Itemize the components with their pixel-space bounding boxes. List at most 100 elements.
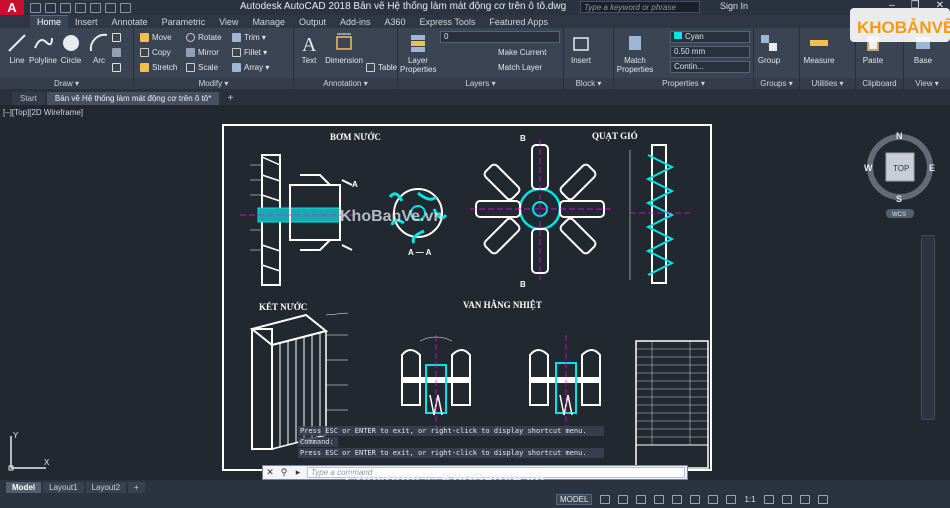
tab-current-drawing[interactable]: Bản vẽ Hệ thống làm mát động cơ trên ô t…	[46, 92, 220, 105]
arc-button[interactable]: Arc	[84, 30, 114, 74]
modify-group-label[interactable]: Modify ▾	[134, 78, 293, 89]
new-icon[interactable]	[30, 2, 41, 13]
osnap-icon[interactable]	[672, 495, 683, 504]
array-button[interactable]: Array ▾	[232, 61, 269, 74]
scale-button[interactable]: Scale	[186, 61, 218, 74]
linetype-dropdown[interactable]: Contin...	[670, 61, 750, 73]
tab-view[interactable]: View	[212, 16, 245, 28]
dimension-button[interactable]: Dimension	[324, 30, 364, 74]
tab-a360[interactable]: A360	[378, 16, 413, 28]
compass-north[interactable]: N	[896, 131, 903, 141]
rotate-button[interactable]: Rotate	[186, 31, 222, 44]
workspace-gear-icon[interactable]	[763, 495, 774, 504]
array-label: Array ▾	[244, 63, 270, 72]
fan-side-view	[629, 144, 690, 284]
tab-start[interactable]: Start	[12, 92, 45, 105]
isolate-icon[interactable]	[781, 495, 792, 504]
region-tool[interactable]	[112, 61, 121, 74]
layers-group-label[interactable]: Layers ▾	[398, 78, 563, 89]
new-tab-button[interactable]: +	[224, 93, 236, 105]
command-history-line: Command:	[298, 437, 338, 447]
polyline-button[interactable]: Polyline	[26, 30, 60, 74]
polar-icon[interactable]	[654, 495, 665, 504]
view-group-label[interactable]: View ▾	[904, 78, 950, 89]
move-button[interactable]: Move	[140, 31, 172, 44]
mirror-button[interactable]: Mirror	[186, 46, 219, 59]
tab-insert[interactable]: Insert	[68, 16, 105, 28]
text-button[interactable]: A Text	[294, 30, 324, 74]
block-group-label[interactable]: Block ▾	[564, 78, 613, 89]
layer-properties-button[interactable]: Layer Properties	[400, 30, 436, 74]
sign-in-link[interactable]: Sign In	[720, 1, 748, 11]
viewcube[interactable]: TOP N S W E WCS	[862, 127, 942, 227]
recent-commands-icon[interactable]: ▸	[291, 467, 305, 478]
snap-icon[interactable]	[618, 495, 629, 504]
annotation-scale[interactable]: 1:1	[744, 495, 755, 504]
tab-featured-apps[interactable]: Featured Apps	[482, 16, 555, 28]
compass-west[interactable]: W	[864, 163, 873, 173]
match-properties-button[interactable]: Match Properties	[616, 30, 654, 74]
app-menu-button[interactable]: A	[0, 0, 24, 15]
tab-output[interactable]: Output	[292, 16, 333, 28]
customize-icon[interactable]: ⚲	[277, 467, 291, 478]
add-layout-button[interactable]: +	[128, 482, 145, 493]
trim-button[interactable]: Trim ▾	[232, 31, 266, 44]
group-button[interactable]: Group	[754, 30, 784, 74]
properties-group-label[interactable]: Properties ▾	[614, 78, 753, 89]
fillet-button[interactable]: Fillet ▾	[232, 46, 267, 59]
tab-annotate[interactable]: Annotate	[105, 16, 155, 28]
tab-model[interactable]: Model	[6, 482, 42, 493]
lineweight-dropdown[interactable]: 0.50 mm	[670, 46, 750, 58]
tab-home[interactable]: Home	[30, 15, 69, 28]
tab-add-ins[interactable]: Add-ins	[333, 16, 378, 28]
layer-dropdown[interactable]: 0	[440, 31, 560, 43]
tab-layout1[interactable]: Layout1	[43, 482, 84, 493]
annotation-group-label[interactable]: Annotation ▾	[294, 78, 397, 89]
insert-button[interactable]: Insert	[566, 30, 596, 74]
tab-manage[interactable]: Manage	[245, 16, 292, 28]
grid-icon[interactable]	[600, 495, 611, 504]
open-icon[interactable]	[45, 2, 56, 13]
title-bom-nuoc: BƠM NƯỚC	[330, 132, 381, 142]
match-layer-button[interactable]: Match Layer	[498, 61, 542, 74]
modify-group: Move Rotate Trim ▾ Copy Mirror Fillet ▾ …	[134, 28, 294, 89]
copy-button[interactable]: Copy	[140, 46, 171, 59]
rectangle-tool[interactable]	[112, 31, 121, 44]
utilities-group-label[interactable]: Utilities ▾	[800, 78, 855, 89]
draw-group-label[interactable]: Draw ▾	[0, 78, 133, 89]
clipboard-group-label[interactable]: Clipboard	[856, 78, 903, 89]
compass-east[interactable]: E	[929, 163, 935, 173]
compass-south[interactable]: S	[896, 194, 902, 204]
tab-layout2[interactable]: Layout2	[85, 482, 127, 493]
lineweight-icon[interactable]	[708, 495, 719, 504]
model-space-toggle[interactable]: MODEL	[556, 494, 593, 505]
close-icon[interactable]: ✕	[263, 467, 277, 478]
save-as-icon[interactable]	[75, 2, 86, 13]
drawing-viewport[interactable]: [–][Top][2D Wireframe] BƠM NƯỚC QUẠT GIÓ…	[0, 105, 950, 480]
print-icon[interactable]	[90, 2, 101, 13]
watermark-copyright: Copyright © KhoBanVe.vn	[345, 471, 545, 480]
hatch-tool[interactable]	[112, 46, 121, 59]
measure-button[interactable]: Measure	[802, 30, 836, 74]
customize-menu-icon[interactable]	[817, 495, 828, 504]
annotation-visibility-icon[interactable]	[726, 495, 737, 504]
ortho-icon[interactable]	[636, 495, 647, 504]
table-button[interactable]: Table	[366, 61, 397, 74]
viewcube-top-face[interactable]: TOP	[893, 164, 909, 173]
groups-group-label[interactable]: Groups ▾	[754, 78, 799, 89]
tab-parametric[interactable]: Parametric	[155, 16, 213, 28]
navigation-bar[interactable]	[921, 235, 935, 420]
undo-icon[interactable]	[105, 2, 116, 13]
wcs-menu[interactable]: WCS	[892, 212, 906, 218]
redo-icon[interactable]	[120, 2, 131, 13]
otrack-icon[interactable]	[690, 495, 701, 504]
tab-express-tools[interactable]: Express Tools	[413, 16, 483, 28]
stretch-button[interactable]: Stretch	[140, 61, 177, 74]
color-dropdown[interactable]: Cyan	[670, 31, 750, 43]
circle-button[interactable]: Circle	[56, 30, 86, 74]
search-input[interactable]: Type a keyword or phrase	[580, 1, 700, 13]
make-current-button[interactable]: Make Current	[498, 46, 546, 59]
fullscreen-icon[interactable]	[799, 495, 810, 504]
insert-block-icon	[573, 37, 589, 51]
save-icon[interactable]	[60, 2, 71, 13]
